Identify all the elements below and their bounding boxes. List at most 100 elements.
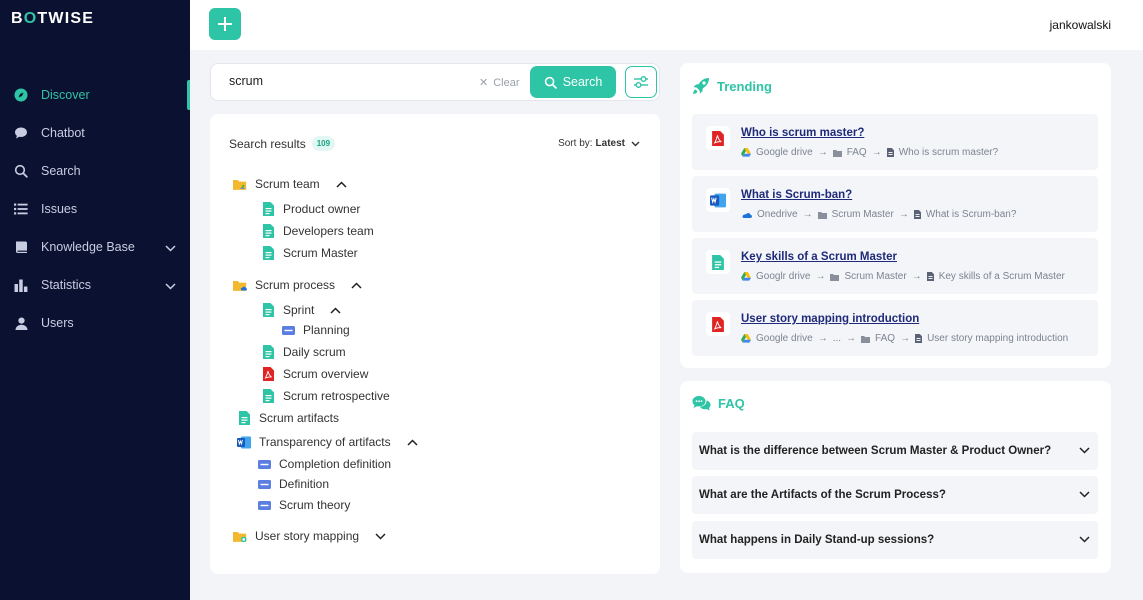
tree-label: Scrum retrospective — [283, 389, 390, 403]
breadcrumb-segment: What is Scrum-ban? — [925, 209, 1017, 220]
arrow-right-icon: → — [846, 333, 857, 344]
arrow-right-icon: → — [911, 271, 922, 282]
tree-item-planning[interactable]: Planning — [281, 323, 350, 337]
chevron-up-icon[interactable] — [330, 306, 341, 314]
tree-folder-scrum-team[interactable]: Scrum team — [233, 177, 347, 191]
sidebar-item-label: Search — [41, 164, 81, 178]
user-name[interactable]: jankowalski — [1050, 18, 1111, 32]
sidebar-item-chatbot[interactable]: Chatbot — [0, 114, 190, 152]
breadcrumb-segment: Key skills of a Scrum Master — [938, 271, 1065, 282]
sidebar-item-discover[interactable]: Discover — [0, 76, 190, 114]
tree-item-definition[interactable]: Definition — [257, 477, 329, 491]
folder-icon — [830, 273, 840, 281]
chevron-down-icon[interactable] — [165, 279, 176, 293]
sort-value: Latest — [595, 138, 625, 149]
sidebar-item-search[interactable]: Search — [0, 152, 190, 190]
tree-folder-user-story-mapping[interactable]: User story mapping — [233, 529, 386, 543]
breadcrumb-segment: Scrum Master — [831, 209, 894, 220]
trending-card: Trending Who is scrum master? Google dri… — [680, 63, 1111, 368]
sidebar-item-statistics[interactable]: Statistics — [0, 266, 190, 304]
sort-label: Sort by: — [558, 138, 593, 149]
tree-item-scrum-retrospective[interactable]: Scrum retrospective — [261, 389, 390, 403]
clear-label: Clear — [493, 76, 520, 89]
trending-item-link[interactable]: What is Scrum-ban? — [741, 189, 852, 201]
sort-dropdown[interactable]: Sort by: Latest — [558, 138, 640, 149]
tree-item-completion-definition[interactable]: Completion definition — [257, 457, 391, 471]
trending-item-link[interactable]: Who is scrum master? — [741, 127, 864, 139]
filter-button[interactable] — [625, 66, 657, 98]
faq-item[interactable]: What happens in Daily Stand-up sessions? — [692, 521, 1098, 559]
file-icon — [915, 334, 923, 343]
word-icon — [237, 435, 251, 449]
faq-header: FAQ — [692, 395, 745, 412]
results-header: Search results 109 — [229, 136, 336, 151]
sliders-icon — [633, 75, 649, 89]
sidebar-item-users[interactable]: Users — [0, 304, 190, 342]
folder-drive-icon — [233, 177, 247, 191]
arrow-right-icon: → — [817, 333, 828, 344]
file-icon — [886, 148, 894, 157]
doc-icon — [261, 246, 275, 260]
tree-item-product-owner[interactable]: Product owner — [261, 202, 360, 216]
chevron-up-icon[interactable] — [336, 180, 347, 188]
tree-item-scrum-overview[interactable]: Scrum overview — [261, 367, 368, 381]
tree-item-scrum-theory[interactable]: Scrum theory — [257, 498, 350, 512]
sidebar-item-issues[interactable]: Issues — [0, 190, 190, 228]
arrow-right-icon: → — [900, 333, 911, 344]
chevron-up-icon[interactable] — [351, 281, 362, 289]
chat-bubble-icon — [13, 125, 29, 141]
trending-item[interactable]: What is Scrum-ban? Onedrive → Scrum Mast… — [692, 176, 1098, 232]
tree-item-transparency-of-artifacts[interactable]: Transparency of artifacts — [237, 435, 418, 449]
google-drive-icon — [741, 272, 751, 281]
chevron-down-icon — [1079, 489, 1090, 501]
book-icon — [13, 239, 29, 255]
trending-item-link[interactable]: Key skills of a Scrum Master — [741, 251, 897, 263]
chevron-down-icon[interactable] — [375, 532, 386, 540]
trending-item[interactable]: Key skills of a Scrum Master Googlr driv… — [692, 238, 1098, 294]
tree-item-scrum-artifacts[interactable]: Scrum artifacts — [237, 411, 339, 425]
list-icon — [13, 201, 29, 217]
tree-label: Scrum overview — [283, 367, 369, 381]
tree-item-sprint[interactable]: Sprint — [261, 303, 341, 317]
chevron-down-icon[interactable] — [165, 241, 176, 255]
trending-item[interactable]: User story mapping introduction Google d… — [692, 300, 1098, 356]
breadcrumb-segment: Google drive — [756, 147, 813, 158]
chevron-down-icon — [1079, 534, 1090, 546]
tree-item-developers-team[interactable]: Developers team — [261, 224, 374, 238]
file-icon — [913, 210, 921, 219]
doc-icon — [261, 224, 275, 238]
word-icon — [706, 188, 730, 212]
tree-item-scrum-master[interactable]: Scrum Master — [261, 246, 358, 260]
faq-question: What are the Artifacts of the Scrum Proc… — [699, 489, 946, 501]
faq-item[interactable]: What are the Artifacts of the Scrum Proc… — [692, 476, 1098, 514]
trending-title: Trending — [717, 78, 772, 94]
tree-label: Scrum process — [255, 278, 336, 292]
tree-item-daily-scrum[interactable]: Daily scrum — [261, 345, 346, 359]
search-button[interactable]: Search — [530, 66, 616, 98]
sidebar-item-label: Statistics — [41, 278, 92, 292]
folder-icon — [817, 211, 827, 219]
tree-folder-scrum-process[interactable]: Scrum process — [233, 278, 362, 292]
pdf-icon — [706, 312, 730, 336]
clear-button[interactable]: ✕ Clear — [479, 76, 520, 90]
arrow-right-icon: → — [898, 209, 909, 220]
sidebar-item-label: Chatbot — [41, 126, 85, 140]
doc-icon — [261, 389, 275, 403]
arrow-right-icon: → — [802, 209, 813, 220]
botwise-logo[interactable]: BOTWISE — [11, 10, 94, 28]
trending-item-link[interactable]: User story mapping introduction — [741, 313, 919, 325]
faq-question: What happens in Daily Stand-up sessions? — [699, 534, 935, 546]
bar-chart-icon — [13, 277, 29, 293]
chevron-up-icon[interactable] — [407, 438, 418, 446]
rocket-icon — [692, 77, 717, 95]
tree-label: Transparency of artifacts — [259, 435, 391, 449]
text-block-icon — [281, 323, 295, 337]
search-input[interactable] — [229, 74, 469, 88]
chat-bubbles-icon — [692, 395, 718, 412]
sidebar-item-knowledge-base[interactable]: Knowledge Base — [0, 228, 190, 266]
breadcrumb-segment: Who is scrum master? — [898, 147, 999, 158]
add-button[interactable] — [209, 8, 241, 40]
faq-item[interactable]: What is the difference between Scrum Mas… — [692, 432, 1098, 470]
trending-item[interactable]: Who is scrum master? Google drive → FAQ … — [692, 114, 1098, 170]
tree-label: Developers team — [283, 224, 374, 238]
